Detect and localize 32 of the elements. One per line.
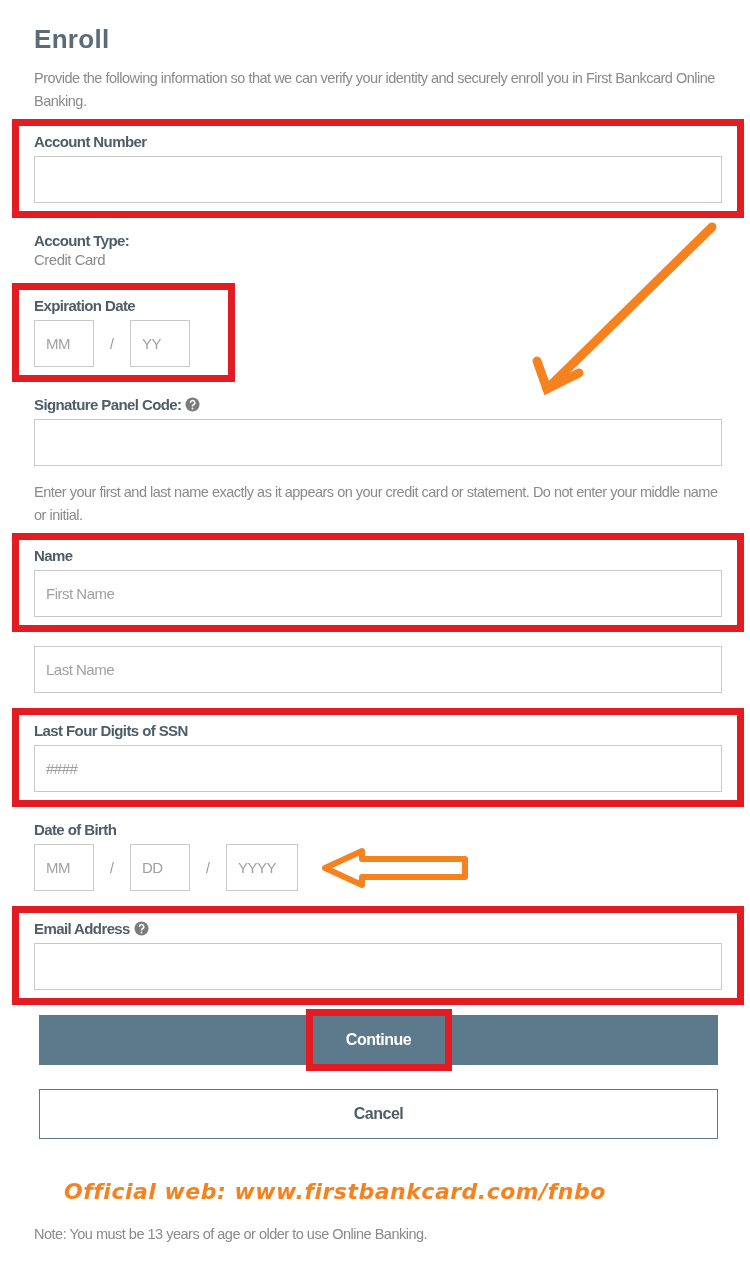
field-label: Name	[34, 547, 73, 564]
text-field[interactable]: ####	[34, 745, 722, 792]
field-label: Expiration Date	[34, 297, 136, 314]
field-label: Account Type:	[34, 232, 130, 249]
instruction-text: Enter your first and last name exactly as it appears on your credit card or statement. Do not enter your middle name or initial.	[34, 483, 719, 525]
field-label: Last Four Digits of SSN	[34, 722, 188, 739]
field-label: Signature Panel Code:	[34, 396, 182, 413]
help-icon[interactable]	[133, 921, 149, 936]
date-separator: /	[109, 335, 115, 352]
field-label: Date of Birth	[34, 821, 117, 838]
date-field[interactable]: YY	[130, 320, 190, 367]
date-field[interactable]: MM	[34, 320, 94, 367]
intro-text: Provide the following information so that we can verify your identity and securely enroll you in First Bankcard Online Banking.	[34, 69, 716, 111]
text-field[interactable]: First Name	[34, 570, 722, 617]
text-field[interactable]: Last Name	[34, 646, 722, 693]
annotation-text: Official web: www.firstbankcard.com/fnbo	[64, 1179, 607, 1204]
field-label: Account Number	[34, 133, 147, 150]
continue-button[interactable]: Continue	[39, 1015, 718, 1065]
text-field[interactable]	[34, 156, 722, 203]
date-field[interactable]: YYYY	[226, 844, 298, 891]
date-separator: /	[205, 859, 211, 876]
date-separator: /	[109, 859, 115, 876]
date-field[interactable]: MM	[34, 844, 94, 891]
field-value: Credit Card	[34, 251, 107, 268]
field-label: Email Address	[34, 920, 130, 937]
cancel-button[interactable]: Cancel	[39, 1089, 718, 1139]
text-field[interactable]	[34, 943, 722, 990]
help-icon[interactable]	[185, 397, 201, 412]
footnote-text: Note: You must be 13 years of age or older to use Online Banking.	[34, 1226, 429, 1242]
text-field[interactable]	[34, 419, 722, 466]
page-title: Enroll	[34, 24, 111, 55]
date-field[interactable]: DD	[130, 844, 190, 891]
